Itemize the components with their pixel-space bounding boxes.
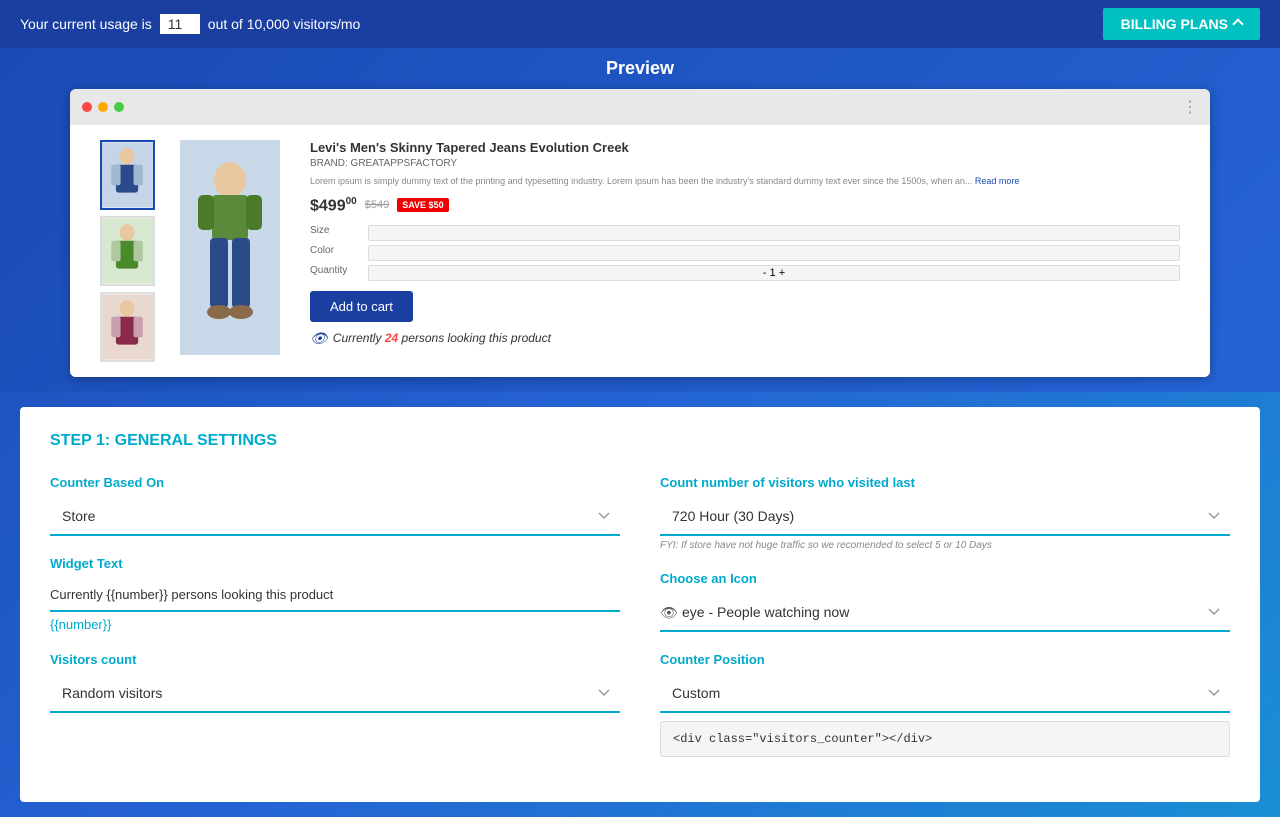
settings-right-column: Count number of visitors who visited las… (660, 475, 1230, 777)
size-label: Size (310, 225, 360, 241)
thumbnail-3[interactable] (100, 292, 155, 362)
top-bar: Your current usage is out of 10,000 visi… (0, 0, 1280, 48)
choose-icon-label: Choose an Icon (660, 571, 1230, 586)
size-value (368, 225, 1180, 241)
price-row: $49900 $549 SAVE $50 (310, 196, 1180, 215)
billing-plans-label: BILLING PLANS (1121, 16, 1228, 32)
widget-text-group: Widget Text {{number}} (50, 556, 620, 632)
dot-yellow (98, 102, 108, 112)
widget-number-tag: {{number}} (50, 617, 620, 632)
counter-position-group: Counter Position Custom Above Add to Car… (660, 652, 1230, 757)
watching-text: 👁 Currently 24 persons looking this prod… (310, 330, 1180, 347)
code-block: <div class="visitors_counter"></div> (660, 721, 1230, 757)
settings-section: STEP 1: GENERAL SETTINGS Counter Based O… (20, 407, 1260, 802)
price-original: $549 (365, 199, 389, 211)
color-value (368, 245, 1180, 261)
thumbnail-1[interactable] (100, 140, 155, 210)
color-label: Color (310, 245, 360, 261)
visitors-count-label: Visitors count (50, 652, 620, 667)
billing-plans-button[interactable]: BILLING PLANS (1103, 8, 1260, 40)
quantity-label: Quantity (310, 265, 360, 281)
counter-position-select[interactable]: Custom Above Add to Cart Below Add to Ca… (660, 675, 1230, 713)
choose-icon-group: Choose an Icon 👁 eye - People watching n… (660, 571, 1230, 632)
thumb-img-1 (102, 140, 153, 210)
widget-text-input[interactable] (50, 579, 620, 612)
browser-toolbar: ⋮ (70, 89, 1210, 125)
step-title: STEP 1: GENERAL SETTINGS (50, 432, 1230, 450)
price-main: $49900 (310, 196, 357, 215)
count-visitors-hint: FYI: If store have not huge traffic so w… (660, 540, 1230, 551)
thumbnail-2[interactable] (100, 216, 155, 286)
preview-section: Preview ⋮ (0, 48, 1280, 392)
counter-position-label: Counter Position (660, 652, 1230, 667)
arrow-up-icon (1232, 18, 1243, 29)
counter-based-on-select[interactable]: Store Product Collection (50, 498, 620, 536)
watching-eye-icon: 👁 (310, 330, 328, 347)
browser-menu-icon: ⋮ (1182, 97, 1198, 117)
dot-green (114, 102, 124, 112)
widget-text-label: Widget Text (50, 556, 620, 571)
thumb-img-2 (102, 216, 153, 286)
usage-text: Your current usage is out of 10,000 visi… (20, 14, 360, 34)
product-name: Levi's Men's Skinny Tapered Jeans Evolut… (310, 140, 1180, 155)
main-product-image (180, 140, 280, 355)
product-details: Levi's Men's Skinny Tapered Jeans Evolut… (300, 140, 1180, 362)
count-visitors-group: Count number of visitors who visited las… (660, 475, 1230, 551)
count-visitors-select[interactable]: 1 Hour 24 Hour (1 Day) 168 Hour (7 Days)… (660, 498, 1230, 536)
browser-dots (82, 102, 124, 112)
save-badge: SAVE $50 (397, 198, 448, 212)
quantity-value: - 1 + (368, 265, 1180, 281)
browser-content: Levi's Men's Skinny Tapered Jeans Evolut… (70, 125, 1210, 377)
settings-left-column: Counter Based On Store Product Collectio… (50, 475, 620, 777)
preview-title: Preview (20, 58, 1260, 79)
usage-suffix: out of 10,000 visitors/mo (208, 16, 361, 32)
usage-prefix: Your current usage is (20, 16, 152, 32)
counter-based-on-label: Counter Based On (50, 475, 620, 490)
product-description: Lorem ipsum is simply dummy text of the … (310, 175, 1180, 188)
visitors-count-select[interactable]: Random visitors Real visitors Mixed (50, 675, 620, 713)
thumb-img-3 (102, 292, 153, 362)
options-grid: Size Color Quantity - 1 + (310, 225, 1180, 281)
counter-based-on-group: Counter Based On Store Product Collectio… (50, 475, 620, 536)
settings-grid: Counter Based On Store Product Collectio… (50, 475, 1230, 777)
dot-red (82, 102, 92, 112)
choose-icon-select[interactable]: eye - People watching now users - People… (660, 594, 1230, 632)
visitors-count-group: Visitors count Random visitors Real visi… (50, 652, 620, 713)
product-thumbnails (100, 140, 160, 362)
icon-select-wrapper: 👁 eye - People watching now users - Peop… (660, 594, 1230, 632)
browser-window: ⋮ (70, 89, 1210, 377)
watching-number: 24 (385, 331, 398, 345)
add-to-cart-button[interactable]: Add to cart (310, 291, 413, 322)
product-svg (180, 140, 280, 355)
read-more-link[interactable]: Read more (975, 176, 1020, 186)
count-visitors-label: Count number of visitors who visited las… (660, 475, 1230, 490)
usage-input[interactable] (160, 14, 200, 34)
product-brand: BRAND: GREATAPPSFACTORY (310, 158, 1180, 169)
